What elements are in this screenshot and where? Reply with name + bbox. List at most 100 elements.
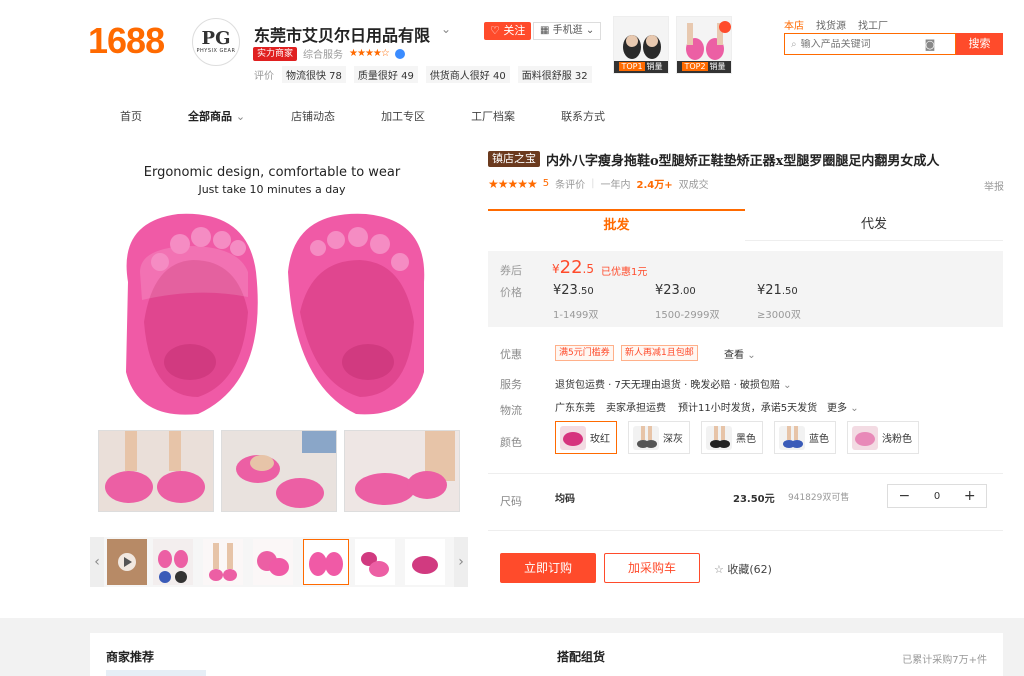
- quantity-value[interactable]: 0: [921, 491, 954, 502]
- site-logo[interactable]: 1688: [88, 20, 165, 62]
- camera-icon[interactable]: ◙: [925, 38, 936, 51]
- service-label: 服务: [500, 378, 522, 391]
- recommend-item-preview[interactable]: [106, 670, 206, 676]
- coupon-label: 券后: [500, 264, 522, 277]
- search-input[interactable]: [800, 38, 921, 50]
- top-product-1[interactable]: TOP1 销量: [613, 16, 669, 74]
- gallery-thumb[interactable]: [253, 539, 293, 585]
- recommend-title: 商家推荐: [106, 650, 155, 664]
- gallery-thumb[interactable]: [355, 539, 395, 585]
- detail-image: [99, 431, 213, 511]
- color-label: 颜色: [500, 436, 522, 449]
- nav-factory[interactable]: 工厂档案: [471, 108, 515, 124]
- hero-subcaption: Just take 10 minutes a day: [198, 183, 346, 196]
- nav-shop-news[interactable]: 店铺动态: [291, 108, 335, 124]
- promo-more[interactable]: 查看 ⌄: [724, 346, 756, 361]
- freight-text: 卖家承担运费: [606, 403, 666, 414]
- search-scope-tabs: 本店 找货源 找工厂: [784, 17, 888, 32]
- shop-avatar[interactable]: PG PHYSIX GEAR: [192, 18, 240, 66]
- chevron-right-icon[interactable]: ›: [454, 537, 468, 587]
- logistics-more[interactable]: 更多 ⌄: [827, 399, 859, 414]
- chevron-down-icon: ⌄: [585, 25, 595, 36]
- detail-image: [345, 431, 459, 511]
- report-link[interactable]: 举报: [984, 178, 1004, 193]
- nav-all-products-label: 全部商品: [188, 110, 232, 123]
- color-option-darkgray[interactable]: 深灰: [628, 421, 690, 454]
- sold-suffix: 双成交: [678, 180, 709, 191]
- plus-button[interactable]: +: [953, 488, 986, 504]
- heart-icon: ♡: [490, 24, 500, 37]
- review-tag: 质量很好 49: [353, 66, 418, 83]
- buy-now-button[interactable]: 立即订购: [500, 553, 596, 583]
- nav-processing[interactable]: 加工专区: [381, 108, 425, 124]
- search-button[interactable]: 搜索: [956, 33, 1003, 55]
- review-label: 评价: [254, 71, 274, 82]
- divider: [488, 530, 1003, 531]
- tier-qty-2: 1500-2999双: [655, 310, 720, 321]
- tier-price-3: ¥21.50: [757, 283, 798, 298]
- nav-home[interactable]: 首页: [120, 108, 142, 124]
- tab-dropship[interactable]: 代发: [745, 209, 1003, 241]
- add-to-cart-button[interactable]: 加采购车: [604, 553, 700, 583]
- shop-avatar-subtext: PHYSIX GEAR: [196, 48, 236, 54]
- tier-price-1: ¥23.50: [553, 283, 594, 298]
- tab-wholesale[interactable]: 批发: [488, 209, 745, 241]
- color-option-black[interactable]: 黑色: [701, 421, 763, 454]
- color-swatch: [633, 425, 659, 450]
- nav-all-products[interactable]: 全部商品 ⌄: [188, 108, 245, 124]
- review-count[interactable]: 5: [543, 178, 549, 189]
- service-text[interactable]: 退货包运费 · 7天无理由退货 · 晚发必赔 · 破损包赔 ⌄: [555, 376, 792, 391]
- color-option-blue[interactable]: 蓝色: [774, 421, 836, 454]
- gallery-thumb-video[interactable]: [107, 539, 147, 585]
- search-tab-source[interactable]: 找货源: [816, 17, 846, 32]
- tier-qty-1: 1-1499双: [553, 310, 599, 321]
- hero-caption: Ergonomic design, comfortable to wear: [143, 165, 401, 180]
- promo-tag[interactable]: 新人再减1且包邮: [621, 345, 698, 361]
- gallery-thumb-selected[interactable]: [303, 539, 349, 585]
- chevron-left-icon[interactable]: ‹: [90, 537, 104, 587]
- info-icon[interactable]: [394, 48, 405, 59]
- review-tags: 评价 物流很快 78 质量很好 49 供货商人很好 40 面料很舒服 32: [254, 66, 592, 83]
- search-tab-shop[interactable]: 本店: [784, 17, 804, 32]
- service-stars: ★★★★☆: [349, 48, 390, 59]
- store-treasure-badge: 镇店之宝: [488, 151, 540, 167]
- chevron-down-icon[interactable]: ⌄: [441, 22, 451, 36]
- shop-name[interactable]: 东莞市艾贝尔日用品有限: [254, 22, 430, 46]
- chevron-down-icon: ⌄: [235, 110, 246, 123]
- color-option-rose[interactable]: 玫红: [555, 421, 617, 454]
- promo-label: 优惠: [500, 348, 522, 361]
- rating-stars: ★★★★★: [488, 176, 538, 191]
- top-product-label: TOP1 销量: [614, 61, 668, 73]
- chevron-down-icon: ⌄: [747, 350, 756, 361]
- nav-contact[interactable]: 联系方式: [561, 108, 605, 124]
- color-swatch: [779, 425, 805, 450]
- detail-thumbnail[interactable]: [344, 430, 460, 512]
- service-label: 综合服务: [303, 50, 344, 61]
- favorite-label: 收藏(62): [727, 563, 772, 576]
- gallery-thumb[interactable]: [405, 539, 445, 585]
- size-label: 尺码: [500, 495, 522, 508]
- follow-label: 关注: [503, 24, 526, 37]
- sold-count: 2.4万+: [636, 180, 673, 191]
- favorite-button[interactable]: ☆ 收藏(62): [714, 561, 772, 577]
- detail-thumbnail[interactable]: [98, 430, 214, 512]
- mobile-browse-button[interactable]: ▦ 手机逛 ⌄: [533, 22, 602, 40]
- star-icon: ☆: [714, 563, 724, 576]
- color-swatch: [560, 425, 586, 450]
- shipping-text: 预计11小时发货，承诺5天发货: [678, 403, 818, 414]
- gallery-thumb[interactable]: [203, 539, 243, 585]
- minus-button[interactable]: −: [888, 488, 921, 504]
- top-product-2[interactable]: TOP2 销量: [676, 16, 732, 74]
- mobile-label: 手机逛: [552, 25, 583, 36]
- review-suffix: 条评价: [555, 180, 586, 191]
- color-option-lightpink[interactable]: 浅粉色: [847, 421, 919, 454]
- tier-price-2: ¥23.00: [655, 283, 696, 298]
- qr-icon: ▦: [540, 25, 550, 36]
- detail-thumbnail[interactable]: [221, 430, 337, 512]
- follow-button[interactable]: ♡ 关注: [484, 22, 532, 40]
- review-tag: 供货商人很好 40: [425, 66, 510, 83]
- strength-badge: 实力商家: [253, 46, 298, 61]
- promo-tag[interactable]: 满5元门槛券: [555, 345, 614, 361]
- search-tab-factory[interactable]: 找工厂: [858, 17, 888, 32]
- gallery-thumb[interactable]: [153, 539, 193, 585]
